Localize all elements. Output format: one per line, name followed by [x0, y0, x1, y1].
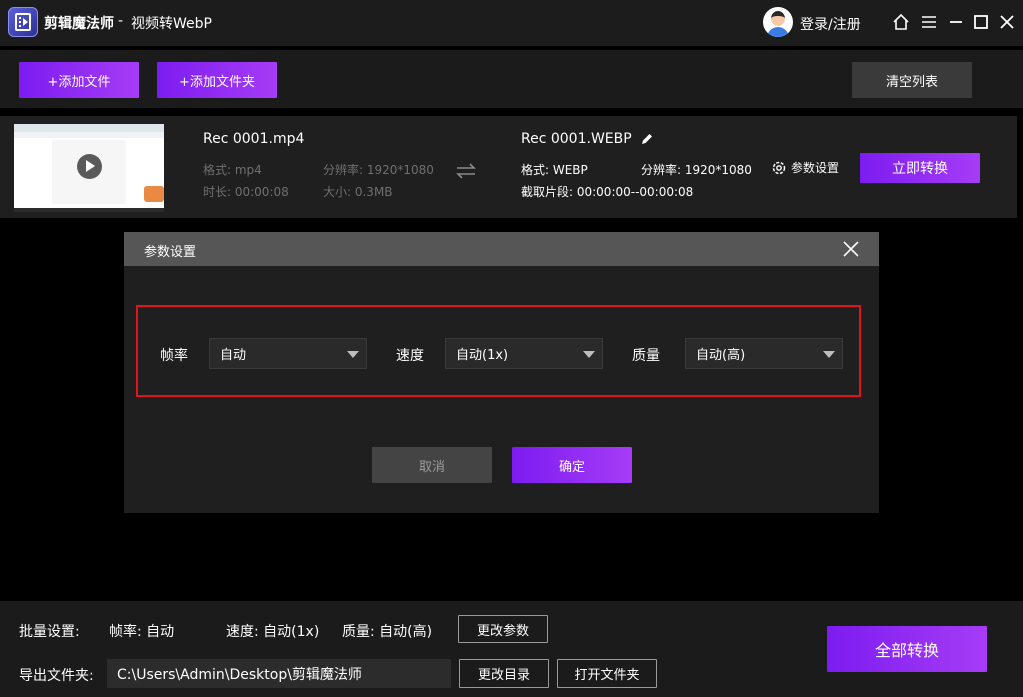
- convert-now-button[interactable]: 立即转换: [860, 153, 980, 183]
- menu-icon[interactable]: [918, 11, 940, 33]
- export-path-field[interactable]: C:\Users\Admin\Desktop\剪辑魔法师: [107, 659, 451, 688]
- ok-button[interactable]: 确定: [512, 447, 632, 483]
- clear-list-button[interactable]: 清空列表: [852, 62, 972, 98]
- change-directory-button[interactable]: 更改目录: [459, 659, 549, 688]
- fps-select-value: 自动: [220, 348, 247, 363]
- dialog-close-icon[interactable]: [841, 239, 861, 259]
- quality-select-value: 自动(高): [696, 348, 746, 363]
- window-subtitle: 视频转WebP: [131, 16, 212, 32]
- home-icon[interactable]: [890, 11, 912, 33]
- minimize-icon[interactable]: [945, 11, 967, 33]
- title-separator: -: [118, 13, 124, 29]
- source-format: 格式: mp4: [203, 163, 262, 177]
- video-thumbnail[interactable]: [14, 124, 164, 212]
- speed-select[interactable]: 自动(1x): [445, 338, 603, 369]
- source-resolution: 分辨率: 1920*1080: [323, 163, 434, 177]
- export-folder-label: 导出文件夹:: [19, 668, 94, 684]
- chevron-down-icon: [347, 351, 359, 358]
- edit-name-icon[interactable]: [640, 131, 654, 145]
- cancel-button[interactable]: 取消: [372, 447, 492, 483]
- quality-select[interactable]: 自动(高): [685, 338, 843, 369]
- output-clip-range: 截取片段: 00:00:00--00:00:08: [521, 185, 694, 199]
- open-folder-button[interactable]: 打开文件夹: [557, 659, 657, 688]
- output-format: 格式: WEBP: [521, 163, 588, 177]
- output-resolution: 分辨率: 1920*1080: [641, 163, 752, 177]
- login-register-link[interactable]: 登录/注册: [800, 14, 861, 34]
- app-logo-icon: [8, 7, 38, 37]
- source-file-name: Rec 0001.mp4: [203, 131, 305, 147]
- source-duration: 时长: 00:00:08: [203, 185, 289, 199]
- source-size: 大小: 0.3MB: [323, 185, 393, 199]
- params-settings-label: 参数设置: [791, 161, 840, 175]
- app-name: 剪辑魔法师: [44, 16, 114, 32]
- close-icon[interactable]: [996, 11, 1018, 33]
- user-avatar-icon[interactable]: [763, 7, 793, 37]
- output-file-name: Rec 0001.WEBP: [521, 131, 632, 147]
- batch-quality-value: 质量: 自动(高): [342, 624, 433, 640]
- chevron-down-icon: [583, 351, 595, 358]
- dialog-title: 参数设置: [144, 245, 197, 260]
- add-folder-button[interactable]: +添加文件夹: [157, 62, 277, 98]
- add-file-button[interactable]: +添加文件: [19, 62, 139, 98]
- batch-speed-value: 速度: 自动(1x): [226, 624, 320, 640]
- speed-select-value: 自动(1x): [456, 348, 509, 363]
- convert-all-button[interactable]: 全部转换: [827, 626, 987, 672]
- play-icon[interactable]: [77, 154, 102, 179]
- fps-label: 帧率: [160, 348, 188, 364]
- speed-label: 速度: [396, 348, 424, 364]
- convert-arrows-icon: [455, 161, 477, 181]
- quality-label: 质量: [632, 348, 660, 364]
- batch-settings-label: 批量设置:: [19, 624, 80, 640]
- chevron-down-icon: [823, 351, 835, 358]
- maximize-icon[interactable]: [970, 11, 992, 33]
- batch-fps-value: 帧率: 自动: [109, 624, 175, 640]
- dialog-header: [124, 232, 879, 266]
- fps-select[interactable]: 自动: [209, 338, 367, 369]
- gear-icon: [772, 161, 786, 174]
- params-settings-link[interactable]: 参数设置: [771, 159, 839, 176]
- change-params-button[interactable]: 更改参数: [458, 615, 548, 643]
